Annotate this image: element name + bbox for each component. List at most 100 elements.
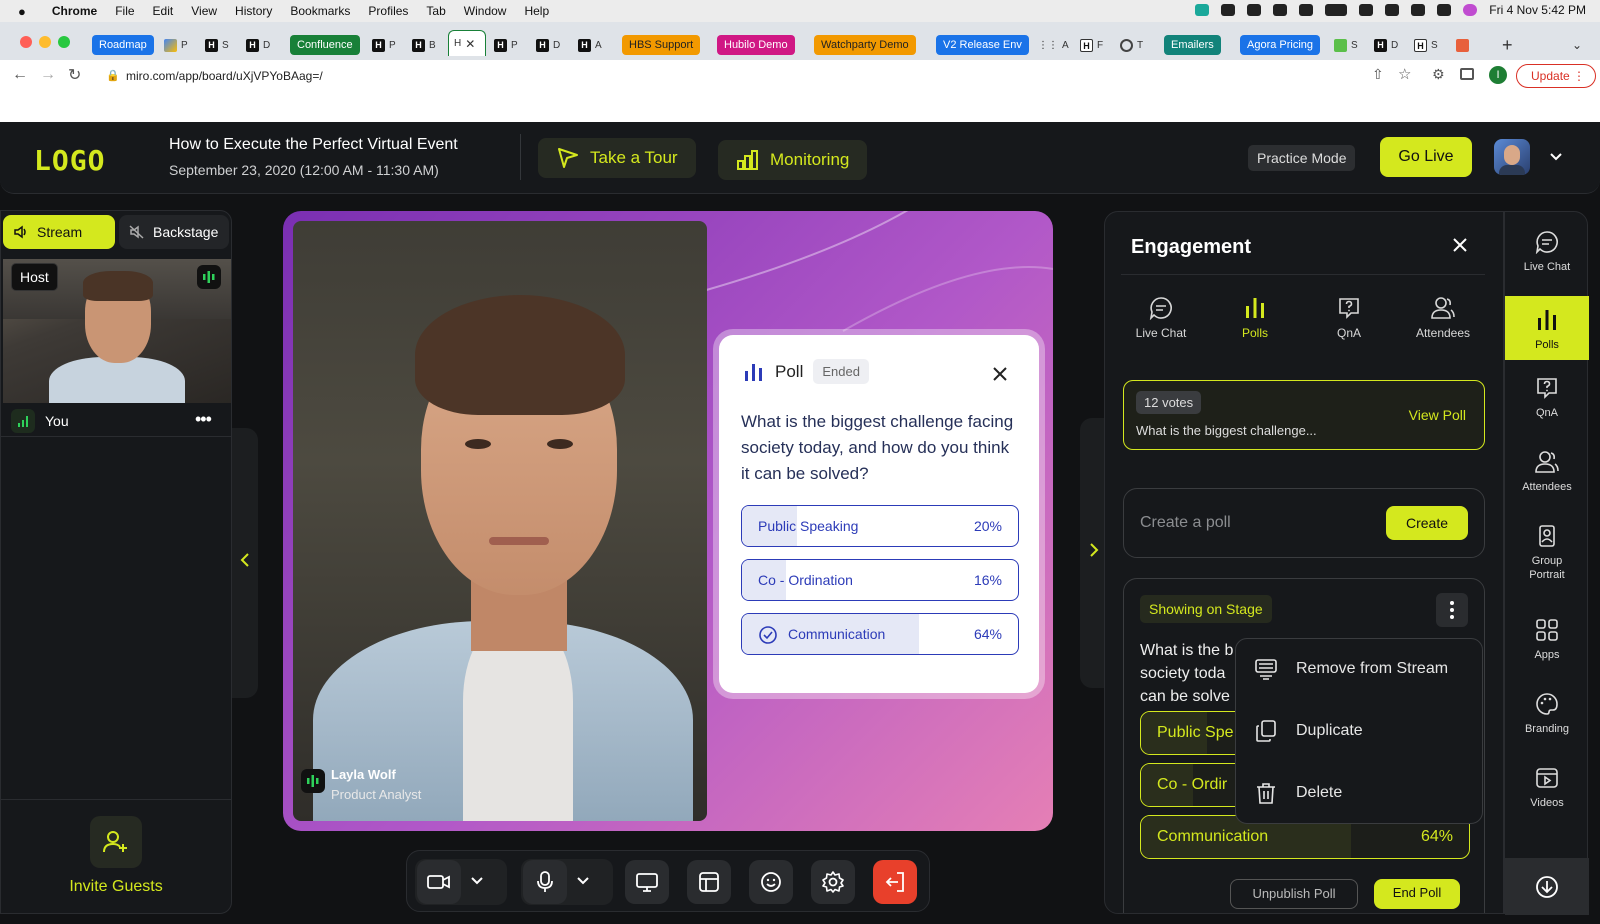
minimize-window-icon[interactable] <box>39 36 51 48</box>
remove-from-stream-item[interactable]: Remove from Stream <box>1254 657 1448 681</box>
scroll-down-button[interactable] <box>1505 858 1589 915</box>
poll-summary-card[interactable]: 12 votes What is the biggest challenge..… <box>1123 380 1485 450</box>
cloud-icon[interactable] <box>1195 4 1210 16</box>
tab-group-hbs-support[interactable]: HBS Support <box>622 35 701 55</box>
tab-search-chevron-icon[interactable]: ⌄ <box>1572 34 1582 56</box>
creative-cloud-icon[interactable] <box>1273 4 1288 16</box>
close-icon[interactable] <box>1451 236 1469 254</box>
menu-app-name[interactable]: Chrome <box>52 4 97 18</box>
take-a-tour-button[interactable]: Take a Tour <box>538 138 696 178</box>
stream-tab[interactable]: Stream <box>3 215 115 249</box>
new-tab-icon[interactable]: + <box>1502 34 1513 56</box>
tab-group-roadmap[interactable]: Roadmap <box>92 35 154 55</box>
tab-group-emailers[interactable]: Emailers <box>1164 35 1221 55</box>
invite-guests-label[interactable]: Invite Guests <box>1 878 231 896</box>
host-video-tile[interactable]: Host <box>3 259 231 403</box>
delete-item[interactable]: Delete <box>1254 781 1342 805</box>
create-poll-button[interactable]: Create <box>1386 506 1468 540</box>
go-live-button[interactable]: Go Live <box>1380 137 1472 177</box>
tab-live-chat[interactable]: Live Chat <box>1121 296 1201 340</box>
menu-profiles[interactable]: Profiles <box>368 4 408 18</box>
extensions-icon[interactable]: ⚙ <box>1432 66 1445 83</box>
zoom-window-icon[interactable] <box>58 36 70 48</box>
back-icon[interactable]: ← <box>12 66 28 84</box>
camera-options-chevron-icon[interactable] <box>469 875 485 887</box>
tab-mini[interactable]: HD <box>1374 34 1398 56</box>
tab-mini[interactable]: HP <box>372 34 396 56</box>
rail-group-portrait[interactable]: Group Portrait <box>1505 524 1589 598</box>
right-collapse-handle[interactable] <box>1080 418 1106 688</box>
invite-guests-button[interactable] <box>90 816 142 868</box>
bookmark-star-icon[interactable]: ☆ <box>1398 65 1411 83</box>
tab-mini[interactable]: HS <box>205 34 229 56</box>
reactions-button[interactable] <box>749 860 793 904</box>
user-icon[interactable] <box>1411 4 1426 16</box>
tab-polls[interactable]: Polls <box>1215 296 1295 340</box>
forward-icon[interactable]: → <box>40 66 56 84</box>
wifi-icon[interactable] <box>1359 4 1374 16</box>
left-collapse-handle[interactable] <box>232 428 258 698</box>
menu-help[interactable]: Help <box>524 4 549 18</box>
user-avatar[interactable] <box>1494 139 1530 175</box>
tab-group-watchparty-demo[interactable]: Watchparty Demo <box>814 35 916 55</box>
layout-button[interactable] <box>687 860 731 904</box>
tab-mini[interactable]: HD <box>246 34 270 56</box>
tab-group-hubilo-demo[interactable]: Hubilo Demo <box>717 35 795 55</box>
tab-mini[interactable]: ⋮⋮ A <box>1038 34 1069 56</box>
tab-mini[interactable]: S <box>1334 34 1358 56</box>
sidepanel-icon[interactable] <box>1460 68 1474 80</box>
battery-icon[interactable] <box>1325 4 1348 16</box>
speaker-video[interactable]: Layla Wolf Product Analyst <box>293 221 707 821</box>
end-poll-button[interactable]: End Poll <box>1374 879 1460 909</box>
tab-mini[interactable] <box>1456 34 1469 56</box>
tab-mini[interactable]: HS <box>1414 34 1438 56</box>
rail-videos[interactable]: Videos <box>1505 766 1589 826</box>
profile-avatar[interactable]: I <box>1489 66 1507 84</box>
share-icon[interactable]: ⇧ <box>1372 66 1384 83</box>
rail-live-chat[interactable]: Live Chat <box>1505 230 1589 290</box>
rail-branding[interactable]: Branding <box>1505 692 1589 752</box>
more-options-icon[interactable]: ••• <box>195 409 212 430</box>
menu-window[interactable]: Window <box>464 4 507 18</box>
tab-mini[interactable]: HP <box>494 34 518 56</box>
leave-button[interactable] <box>873 860 917 904</box>
address-input[interactable]: 🔒 miro.com/app/board/uXjVPYoBAag=/ <box>96 63 1396 89</box>
duplicate-item[interactable]: Duplicate <box>1254 719 1363 743</box>
search-icon[interactable] <box>1385 4 1400 16</box>
self-participant-row[interactable]: You ••• <box>1 407 231 437</box>
rail-attendees[interactable]: Attendees <box>1505 450 1589 510</box>
apple-icon[interactable]: ● <box>18 4 26 19</box>
menu-tab[interactable]: Tab <box>426 4 445 18</box>
tab-qna[interactable]: QnA <box>1309 296 1389 340</box>
settings-button[interactable] <box>811 860 855 904</box>
unpublish-poll-button[interactable]: Unpublish Poll <box>1230 879 1358 909</box>
close-tab-icon[interactable]: ✕ <box>465 37 475 51</box>
tab-mini[interactable]: HB <box>412 34 436 56</box>
control-center-icon[interactable] <box>1437 4 1452 16</box>
menu-history[interactable]: History <box>235 4 272 18</box>
mic-options-chevron-icon[interactable] <box>575 875 591 887</box>
microphone-button[interactable] <box>523 860 567 904</box>
tab-mini[interactable]: HF <box>1080 34 1103 56</box>
rail-apps[interactable]: Apps <box>1505 618 1589 678</box>
close-window-icon[interactable] <box>20 36 32 48</box>
tab-mini[interactable]: HA <box>578 34 602 56</box>
create-poll-input[interactable]: Create a poll <box>1140 514 1231 532</box>
keyboard-input-icon[interactable] <box>1299 4 1314 16</box>
gear-icon[interactable] <box>1221 4 1236 16</box>
chevron-down-icon[interactable] <box>1548 150 1564 164</box>
tab-attendees[interactable]: Attendees <box>1403 296 1483 340</box>
monitoring-button[interactable]: Monitoring <box>718 140 868 180</box>
tab-group-confluence[interactable]: Confluence <box>290 35 360 55</box>
menu-datetime[interactable]: Fri 4 Nov 5:42 PM <box>1489 3 1586 17</box>
tab-mini[interactable]: HD <box>536 34 560 56</box>
reload-icon[interactable]: ↻ <box>68 65 81 85</box>
siri-icon[interactable] <box>1463 4 1478 16</box>
tab-mini[interactable]: P <box>164 34 188 56</box>
tab-mini[interactable]: T <box>1120 34 1143 56</box>
view-poll-link[interactable]: View Poll <box>1409 407 1466 423</box>
camera-button[interactable] <box>417 860 461 904</box>
tab-group-v2-release-env[interactable]: V2 Release Env <box>936 35 1029 55</box>
poll-options-menu-button[interactable] <box>1436 593 1468 627</box>
tab-active[interactable]: H ✕ <box>448 30 486 56</box>
